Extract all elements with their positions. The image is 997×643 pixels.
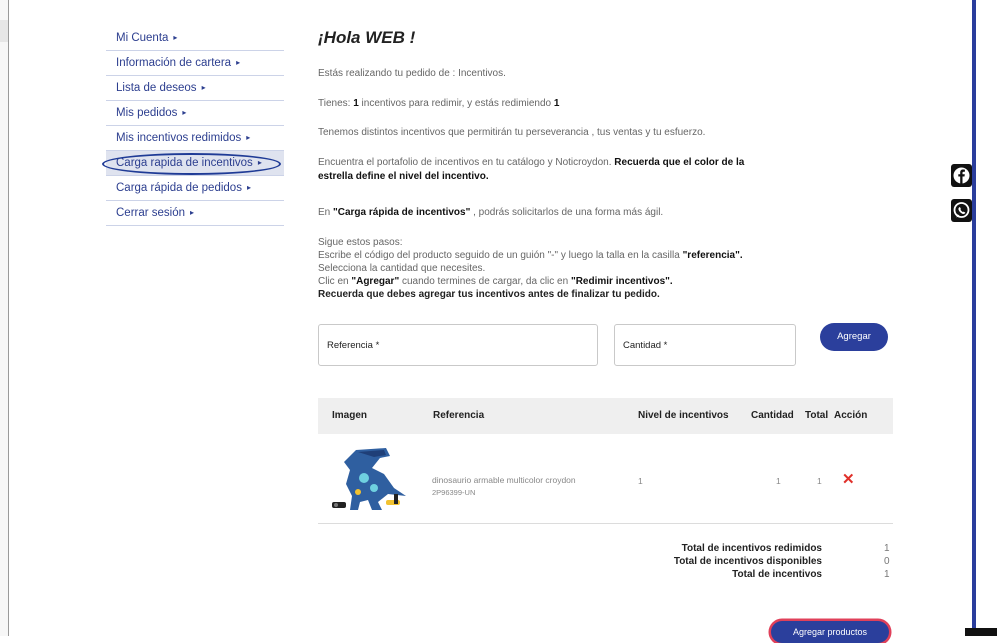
sidebar-item-incentivos-redimidos[interactable]: Mis incentivos redimidos ▸ bbox=[106, 126, 284, 151]
account-sidebar: Mi Cuenta ▸ Información de cartera ▸ Lista… bbox=[102, 26, 284, 226]
sidebar-item-cerrar-sesion[interactable]: Cerrar sesión ▸ bbox=[106, 201, 284, 226]
col-cantidad: Cantidad bbox=[751, 410, 794, 421]
chevron-right-icon: ▸ bbox=[246, 133, 251, 142]
col-referencia: Referencia bbox=[433, 410, 485, 421]
product-name: dinosaurio armable multicolor croydon bbox=[432, 475, 576, 485]
step-3: Clic en "Agregar" cuando termines de car… bbox=[318, 276, 673, 287]
sidebar-item-mis-pedidos[interactable]: Mis pedidos ▸ bbox=[106, 101, 284, 126]
sidebar-item-label: Carga rápida de pedidos bbox=[116, 182, 242, 195]
total-redimidos-label: Total de incentivos redimidos bbox=[681, 543, 822, 554]
highlight-ring bbox=[102, 153, 281, 175]
product-nivel: 1 bbox=[638, 476, 643, 486]
steps-title: Sigue estos pasos: bbox=[318, 237, 403, 248]
sidebar-item-carga-rapida-incentivos[interactable]: Carga rapida de incentivos ▸ bbox=[102, 151, 284, 176]
cantidad-input[interactable]: Cantidad * bbox=[614, 324, 796, 366]
total-incentivos-label: Total de incentivos bbox=[732, 569, 822, 580]
order-info: Estás realizando tu pedido de : Incentiv… bbox=[318, 68, 506, 79]
dinosaur-product-image bbox=[332, 448, 406, 510]
sidebar-item-informacion-cartera[interactable]: Información de cartera ▸ bbox=[106, 51, 284, 76]
col-accion: Acción bbox=[834, 410, 868, 421]
sidebar-item-mi-cuenta[interactable]: Mi Cuenta ▸ bbox=[106, 26, 284, 51]
quick-load-info: En "Carga rápida de incentivos" , podrás… bbox=[318, 207, 664, 218]
col-total: Total bbox=[805, 410, 829, 421]
sidebar-item-label: Lista de deseos bbox=[116, 82, 197, 95]
referencia-input[interactable]: Referencia * bbox=[318, 324, 598, 366]
total-disponibles-value: 0 bbox=[884, 556, 890, 567]
chevron-right-icon: ▸ bbox=[236, 58, 241, 67]
cantidad-label: Cantidad * bbox=[623, 340, 668, 351]
referencia-label: Referencia * bbox=[327, 340, 380, 351]
chevron-right-icon: ▸ bbox=[190, 208, 195, 217]
reminder-text: Recuerda que debes agregar tus incentivo… bbox=[318, 289, 660, 300]
chevron-right-icon: ▸ bbox=[201, 83, 206, 92]
page-greeting: ¡Hola WEB ! bbox=[318, 28, 416, 47]
sidebar-item-label: Cerrar sesión bbox=[116, 207, 186, 220]
portfolio-info-line1: Encuentra el portafolio de incentivos en… bbox=[318, 157, 745, 168]
chevron-right-icon: ▸ bbox=[246, 183, 251, 192]
right-frame-edge bbox=[972, 0, 976, 636]
total-incentivos-value: 1 bbox=[884, 569, 890, 580]
sidebar-item-carga-rapida-pedidos[interactable]: Carga rápida de pedidos ▸ bbox=[106, 176, 284, 201]
product-cantidad: 1 bbox=[776, 476, 781, 486]
total-disponibles-label: Total de incentivos disponibles bbox=[673, 556, 822, 567]
product-total: 1 bbox=[817, 476, 822, 486]
portfolio-info-line2: estrella define el nivel del incentivo. bbox=[318, 171, 489, 182]
delete-icon[interactable]: ✕ bbox=[842, 470, 855, 488]
step-2: Selecciona la cantidad que necesites. bbox=[318, 263, 486, 274]
incentive-count-info: Tienes: 1 incentivos para redimir, y est… bbox=[318, 98, 560, 109]
chevron-right-icon: ▸ bbox=[173, 33, 178, 42]
frame-tick bbox=[0, 20, 8, 42]
sidebar-item-label: Mi Cuenta bbox=[116, 32, 169, 45]
sidebar-item-label: Información de cartera bbox=[116, 57, 232, 70]
table-header: Imagen Referencia Nivel de incentivos Ca… bbox=[318, 398, 893, 434]
total-redimidos-value: 1 bbox=[884, 543, 890, 554]
agregar-productos-button[interactable]: Agregar productos bbox=[771, 621, 889, 643]
col-imagen: Imagen bbox=[332, 410, 368, 421]
corner-mark bbox=[965, 628, 997, 636]
incentives-description: Tenemos distintos incentivos que permiti… bbox=[318, 127, 706, 138]
sidebar-item-label: Mis pedidos bbox=[116, 107, 178, 120]
facebook-icon[interactable] bbox=[951, 164, 972, 187]
whatsapp-glyph bbox=[953, 202, 970, 218]
col-nivel: Nivel de incentivos bbox=[638, 410, 729, 421]
step-1: Escribe el código del producto seguido d… bbox=[318, 250, 743, 261]
chevron-right-icon: ▸ bbox=[182, 108, 187, 117]
agregar-button[interactable]: Agregar bbox=[820, 323, 888, 351]
sidebar-item-lista-deseos[interactable]: Lista de deseos ▸ bbox=[106, 76, 284, 101]
left-frame-edge bbox=[0, 0, 9, 636]
product-code: 2P96399-UN bbox=[432, 488, 476, 497]
table-divider bbox=[318, 523, 893, 524]
facebook-glyph bbox=[953, 167, 970, 184]
whatsapp-icon[interactable] bbox=[951, 199, 972, 222]
sidebar-item-label: Mis incentivos redimidos bbox=[116, 132, 242, 145]
